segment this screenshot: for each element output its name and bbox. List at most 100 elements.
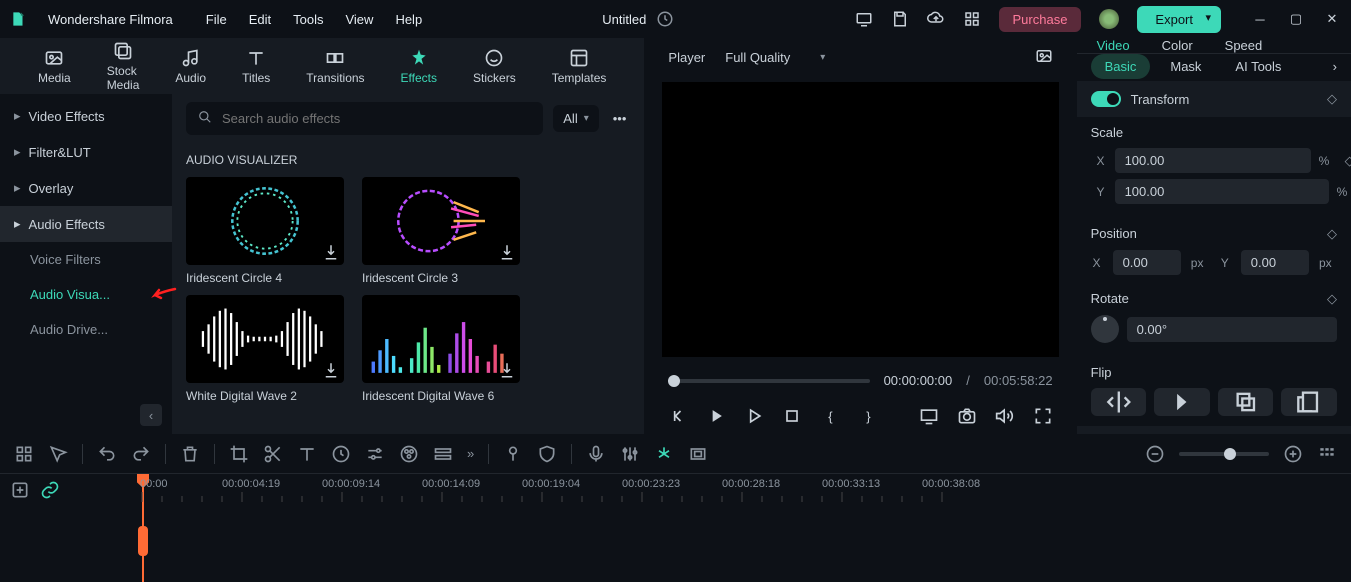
download-icon[interactable] — [322, 361, 340, 379]
tab-transitions[interactable]: Transitions — [288, 48, 382, 85]
tab-stock-media[interactable]: Stock Media — [89, 41, 158, 92]
maximize-icon[interactable]: ▢ — [1287, 10, 1305, 28]
position-y-input[interactable] — [1241, 250, 1309, 275]
mixer-button[interactable] — [620, 444, 640, 464]
inspector-subtab-mask[interactable]: Mask — [1156, 54, 1215, 79]
more-options-icon[interactable]: ••• — [609, 107, 631, 130]
effect-thumb[interactable]: Iridescent Digital Wave 6 — [362, 295, 520, 403]
menu-tools[interactable]: Tools — [293, 12, 323, 27]
play-button[interactable] — [706, 406, 726, 426]
snapshot-icon[interactable] — [1035, 47, 1053, 68]
tab-media[interactable]: Media — [20, 48, 89, 85]
close-icon[interactable]: ✕ — [1323, 10, 1341, 28]
layout-button[interactable] — [14, 444, 34, 464]
video-viewport[interactable] — [662, 82, 1058, 357]
text-button[interactable] — [297, 444, 317, 464]
scale-x-input[interactable] — [1115, 148, 1311, 173]
play-outline-button[interactable] — [744, 406, 764, 426]
timeline-options-icon[interactable] — [1317, 444, 1337, 464]
zoom-slider[interactable] — [1179, 452, 1269, 456]
fullscreen-button[interactable] — [1033, 406, 1053, 426]
sidebar-sub-audio-driven[interactable]: Audio Drive... — [0, 312, 172, 347]
export-button[interactable]: Export — [1137, 6, 1221, 33]
save-icon[interactable] — [891, 10, 909, 28]
collapse-sidebar-button[interactable]: ‹ — [140, 404, 162, 426]
shield-button[interactable] — [537, 444, 557, 464]
sidebar-item-audio-effects[interactable]: ▸Audio Effects — [0, 206, 172, 242]
crop-button[interactable] — [229, 444, 249, 464]
search-input[interactable] — [222, 111, 531, 126]
sidebar-item-overlay[interactable]: ▸Overlay — [0, 170, 172, 206]
keyframe-icon[interactable]: ◇ — [1345, 153, 1351, 169]
mic-button[interactable] — [586, 444, 606, 464]
flip-paste-button[interactable] — [1281, 388, 1337, 416]
marker-button[interactable] — [503, 444, 523, 464]
camera-button[interactable] — [957, 406, 977, 426]
effect-thumb[interactable]: White Digital Wave 2 — [186, 295, 344, 403]
download-icon[interactable] — [498, 243, 516, 261]
undo-button[interactable] — [97, 444, 117, 464]
purchase-button[interactable]: Purchase — [999, 7, 1082, 32]
sidebar-sub-audio-visualizer[interactable]: Audio Visua... — [0, 277, 172, 312]
menu-file[interactable]: File — [206, 12, 227, 27]
add-track-button[interactable] — [10, 480, 30, 500]
timeline-ruler[interactable]: 00:00 00:00:04:19 00:00:09:14 00:00:14:0… — [92, 474, 1351, 582]
download-icon[interactable] — [322, 243, 340, 261]
inspector-subtab-basic[interactable]: Basic — [1091, 54, 1151, 79]
user-avatar[interactable] — [1099, 9, 1119, 29]
tab-stickers[interactable]: Stickers — [455, 48, 534, 85]
tab-templates[interactable]: Templates — [534, 48, 625, 85]
sidebar-item-video-effects[interactable]: ▸Video Effects — [0, 98, 172, 134]
filter-dropdown[interactable]: All▾ — [553, 105, 598, 132]
sidebar-item-filter-lut[interactable]: ▸Filter&LUT — [0, 134, 172, 170]
menu-view[interactable]: View — [345, 12, 373, 27]
quality-dropdown[interactable]: Full Quality▾ — [725, 50, 825, 65]
scrub-slider[interactable] — [668, 379, 869, 383]
sidebar-sub-voice-filters[interactable]: Voice Filters — [0, 242, 172, 277]
keyframe-icon[interactable]: ◇ — [1327, 291, 1337, 307]
flip-copy-button[interactable] — [1218, 388, 1274, 416]
transform-toggle[interactable] — [1091, 91, 1121, 107]
color-button[interactable] — [399, 444, 419, 464]
stop-button[interactable] — [782, 406, 802, 426]
tab-effects[interactable]: Effects — [383, 48, 455, 85]
chevron-right-icon[interactable]: › — [1333, 59, 1337, 74]
position-x-input[interactable] — [1113, 250, 1181, 275]
keyframe-icon[interactable]: ◇ — [1327, 226, 1337, 242]
zoom-out-button[interactable] — [1145, 444, 1165, 464]
tab-titles[interactable]: Titles — [224, 48, 288, 85]
inspector-tab-speed[interactable]: Speed — [1225, 38, 1263, 53]
cloud-sync-icon[interactable] — [656, 10, 674, 28]
link-track-button[interactable] — [40, 480, 60, 500]
apps-icon[interactable] — [963, 10, 981, 28]
keyframe-icon[interactable]: ◇ — [1327, 91, 1337, 107]
scale-y-input[interactable] — [1115, 179, 1329, 204]
redo-button[interactable] — [131, 444, 151, 464]
inspector-tab-video[interactable]: Video — [1097, 38, 1130, 53]
timeline-clip[interactable] — [138, 526, 148, 556]
frame-button[interactable] — [688, 444, 708, 464]
mark-out-button[interactable]: } — [858, 406, 878, 426]
minimize-icon[interactable]: ─ — [1251, 10, 1269, 28]
rotate-input[interactable] — [1127, 317, 1337, 342]
flip-vertical-button[interactable] — [1154, 388, 1210, 416]
device-icon[interactable] — [855, 10, 873, 28]
select-tool-button[interactable] — [48, 444, 68, 464]
volume-button[interactable] — [995, 406, 1015, 426]
prev-frame-button[interactable] — [668, 406, 688, 426]
menu-help[interactable]: Help — [395, 12, 422, 27]
menu-edit[interactable]: Edit — [249, 12, 271, 27]
download-icon[interactable] — [498, 361, 516, 379]
display-button[interactable] — [919, 406, 939, 426]
tab-audio[interactable]: Audio — [157, 48, 224, 85]
adjust-button[interactable] — [365, 444, 385, 464]
inspector-subtab-ai-tools[interactable]: AI Tools — [1221, 54, 1295, 79]
flip-horizontal-button[interactable] — [1091, 388, 1147, 416]
cloud-upload-icon[interactable] — [927, 10, 945, 28]
mark-in-button[interactable]: { — [820, 406, 840, 426]
rotate-knob[interactable] — [1091, 315, 1119, 343]
split-button[interactable] — [263, 444, 283, 464]
effect-thumb[interactable]: Iridescent Circle 3 — [362, 177, 520, 285]
speed-button[interactable] — [331, 444, 351, 464]
effect-thumb[interactable]: Iridescent Circle 4 — [186, 177, 344, 285]
